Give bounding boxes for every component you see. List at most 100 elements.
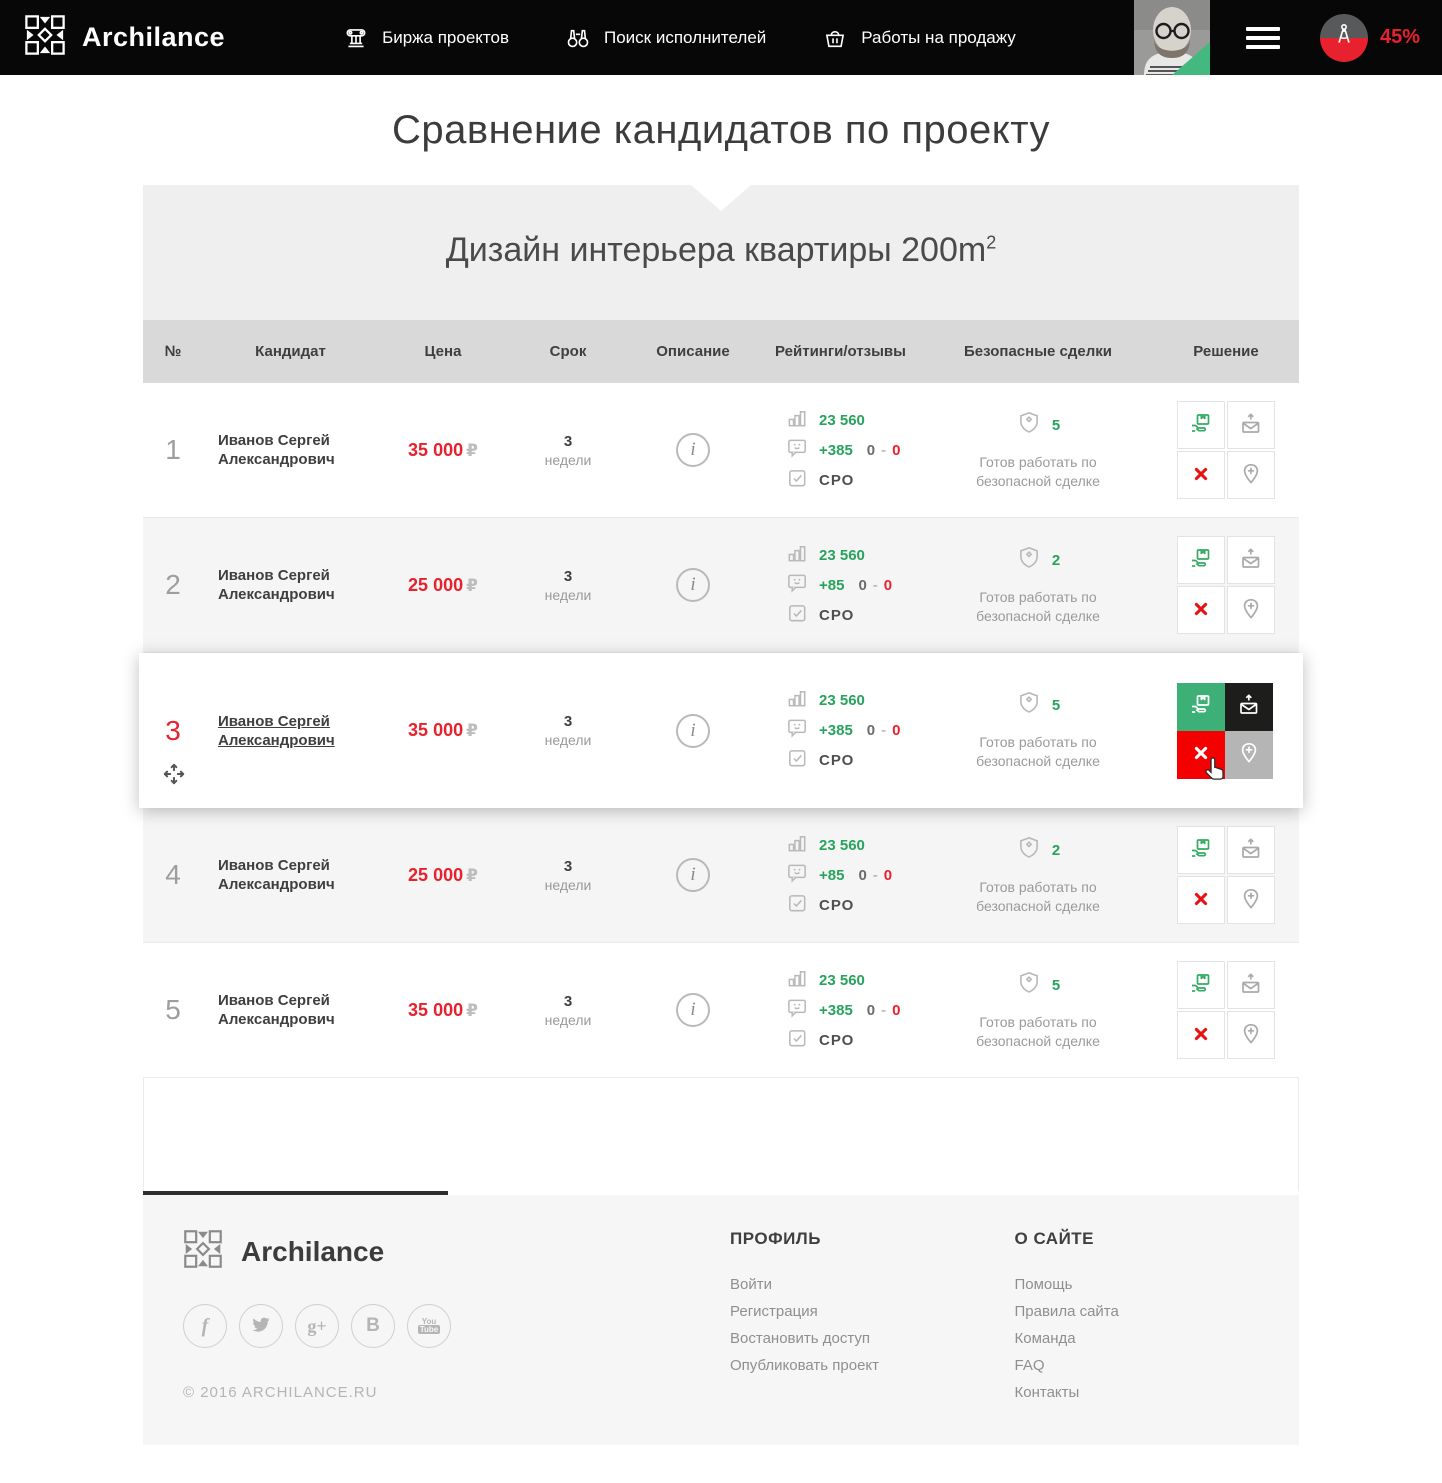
reject-button[interactable] <box>1177 586 1225 634</box>
make-deal-button[interactable] <box>1177 683 1225 731</box>
hand-deal-icon <box>1189 693 1213 720</box>
info-icon[interactable]: i <box>676 714 710 748</box>
footer-link[interactable]: FAQ <box>1015 1352 1299 1379</box>
reject-button[interactable] <box>1177 451 1225 499</box>
mail-up-icon <box>1237 693 1261 720</box>
add-location-button[interactable] <box>1225 731 1273 779</box>
bar-chart-icon <box>786 967 809 994</box>
make-deal-button[interactable] <box>1177 961 1225 1009</box>
twitter-button[interactable] <box>239 1304 283 1348</box>
reviews-dash: - <box>873 867 878 884</box>
footer-links-about: ПомощьПравила сайтаКомандаFAQКонтакты <box>1015 1271 1299 1406</box>
title-section: Сравнение кандидатов по проекту <box>0 75 1442 185</box>
reviews-dash: - <box>881 442 886 459</box>
send-message-button[interactable] <box>1227 826 1275 874</box>
footer-link[interactable]: Помощь <box>1015 1271 1299 1298</box>
term-value: 3 <box>508 713 628 730</box>
negative-reviews: 0 <box>884 577 892 594</box>
footer-link[interactable]: Востановить доступ <box>730 1325 1014 1352</box>
footer-links-profile: ВойтиРегистрацияВостановить доступОпубли… <box>730 1271 1014 1379</box>
info-icon[interactable]: i <box>676 993 710 1027</box>
footer-link[interactable]: Войти <box>730 1271 1014 1298</box>
reviews-line: +85 0 - 0 <box>786 860 923 890</box>
footer-brand[interactable]: Archilance <box>183 1229 730 1274</box>
project-title-sup: 2 <box>986 233 996 253</box>
footer-brand-name: Archilance <box>241 1236 384 1268</box>
reviews-line: +385 0 - 0 <box>786 716 923 746</box>
hand-deal-icon <box>1189 412 1213 439</box>
make-deal-button[interactable] <box>1177 401 1225 449</box>
views-line: 23 560 <box>786 965 923 995</box>
candidate-name[interactable]: Иванов Сергей Александрович <box>203 566 353 604</box>
send-message-button[interactable] <box>1225 683 1273 731</box>
pin-plus-icon <box>1237 741 1261 768</box>
safe-deals-count-line: 5 <box>923 410 1153 441</box>
info-icon[interactable]: i <box>676 433 710 467</box>
send-message-button[interactable] <box>1227 536 1275 584</box>
footer-column-title: ПРОФИЛЬ <box>730 1229 1014 1249</box>
price-value: 35 000 <box>408 720 463 740</box>
candidate-name[interactable]: Иванов Сергей Александрович <box>203 712 353 750</box>
brand-logo-icon <box>24 14 66 61</box>
reject-button[interactable] <box>1177 1011 1225 1059</box>
footer-link[interactable]: Правила сайта <box>1015 1298 1299 1325</box>
footer-link[interactable]: Регистрация <box>730 1298 1014 1325</box>
footer-link[interactable]: Контакты <box>1015 1379 1299 1406</box>
info-icon[interactable]: i <box>676 858 710 892</box>
cpo-label: СРО <box>819 1032 854 1049</box>
nav-item-find-performers[interactable]: Поиск исполнителей <box>565 25 766 51</box>
bar-chart-icon <box>786 542 809 569</box>
col-candidate: Кандидат <box>203 343 378 360</box>
youtube-button[interactable]: You Tube <box>407 1304 451 1348</box>
bottom-strip <box>0 1445 1442 1471</box>
safe-deals-count-line: 5 <box>923 970 1153 1001</box>
safe-deals-cell: 2 Готов работать по безопасной сделке <box>923 835 1153 916</box>
term-value: 3 <box>508 858 628 875</box>
footer-link[interactable]: Команда <box>1015 1325 1299 1352</box>
reject-button[interactable] <box>1177 876 1225 924</box>
footer: Archilance f g+ <box>143 1195 1299 1445</box>
term-unit: недели <box>508 452 628 468</box>
nav-item-projects-exchange[interactable]: Биржа проектов <box>343 25 509 51</box>
add-location-button[interactable] <box>1227 1011 1275 1059</box>
term-value: 3 <box>508 993 628 1010</box>
google-plus-button[interactable]: g+ <box>295 1304 339 1348</box>
bar-chart-icon <box>786 687 809 714</box>
info-icon[interactable]: i <box>676 568 710 602</box>
candidate-name[interactable]: Иванов Сергей Александрович <box>203 431 353 469</box>
add-location-button[interactable] <box>1227 586 1275 634</box>
decision-cell <box>1153 826 1299 924</box>
profile-progress-badge[interactable] <box>1320 14 1368 62</box>
negative-reviews: 0 <box>892 442 900 459</box>
drafting-compass-icon <box>1331 22 1357 53</box>
negative-reviews: 0 <box>884 867 892 884</box>
candidate-name[interactable]: Иванов Сергей Александрович <box>203 991 353 1029</box>
safe-deals-cell: 5 Готов работать по безопасной сделке <box>923 970 1153 1051</box>
make-deal-button[interactable] <box>1177 536 1225 584</box>
table-body: 1 Иванов Сергей Александрович 35 000₽ 3 … <box>143 383 1299 1078</box>
footer-logo-icon <box>183 1229 223 1274</box>
nav-item-works-for-sale[interactable]: Работы на продажу <box>822 25 1016 51</box>
positive-reviews: +85 <box>819 867 844 884</box>
send-message-button[interactable] <box>1227 401 1275 449</box>
hamburger-menu-button[interactable] <box>1246 22 1280 54</box>
drag-handle[interactable] <box>161 761 187 792</box>
candidate-name[interactable]: Иванов Сергей Александрович <box>203 856 353 894</box>
add-location-button[interactable] <box>1227 451 1275 499</box>
vk-button[interactable]: B <box>351 1304 395 1348</box>
make-deal-button[interactable] <box>1177 826 1225 874</box>
facebook-button[interactable]: f <box>183 1304 227 1348</box>
footer-link[interactable]: Опубликовать проект <box>730 1352 1014 1379</box>
certification-line: СРО <box>786 746 923 776</box>
page-title: Сравнение кандидатов по проекту <box>392 108 1050 153</box>
ruble-sign: ₽ <box>466 866 478 885</box>
add-location-button[interactable] <box>1227 876 1275 924</box>
row-number: 4 <box>165 859 181 890</box>
google-plus-icon: g+ <box>307 1316 326 1337</box>
price-value: 25 000 <box>408 575 463 595</box>
avatar[interactable] <box>1134 0 1210 75</box>
send-message-button[interactable] <box>1227 961 1275 1009</box>
row-number: 3 <box>165 715 181 746</box>
row-number-cell: 2 <box>143 569 203 601</box>
brand[interactable]: Archilance <box>24 14 225 61</box>
